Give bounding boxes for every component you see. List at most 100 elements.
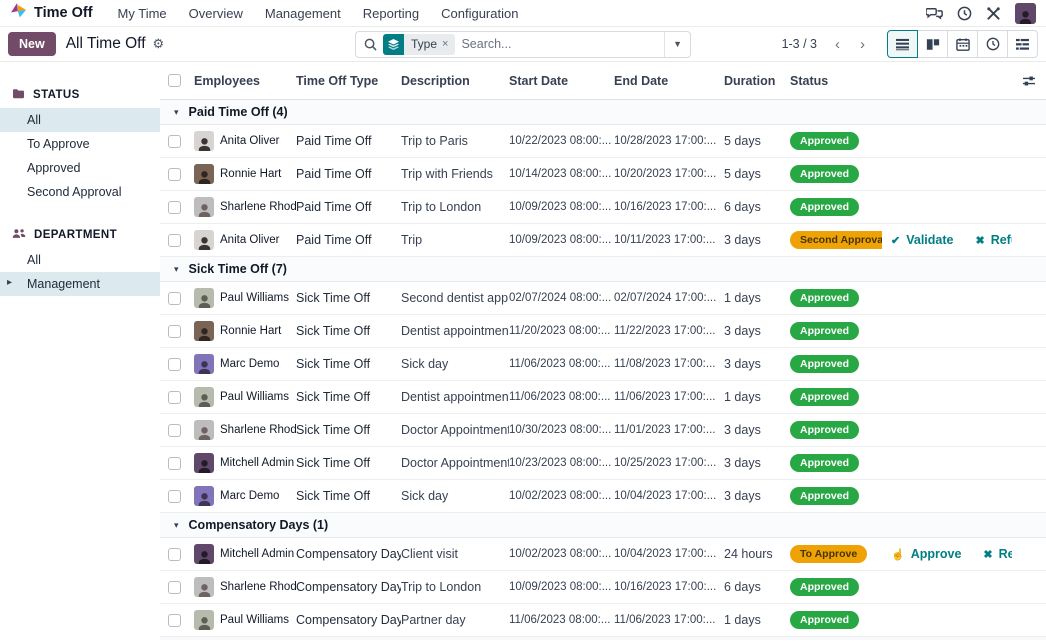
table-row[interactable]: Paul Williams Compensatory Days Partner … [160,604,1046,637]
description-cell: Sick day [401,489,509,503]
sidebar-item-department-management[interactable]: ▸ Management [0,272,160,296]
employee-cell: Sharlene Rhodes [194,577,296,597]
row-checkbox[interactable] [168,358,181,371]
column-employees[interactable]: Employees [194,74,296,88]
pager-previous-button[interactable]: ‹ [827,34,848,55]
row-checkbox[interactable] [168,581,181,594]
employee-name: Paul Williams [220,614,289,626]
row-checkbox[interactable] [168,325,181,338]
table-row[interactable]: Sharlene Rhodes Compensatory Days Trip t… [160,571,1046,604]
group-header-row[interactable]: ▾ Paid Time Off (4) [160,100,1046,125]
dashboard-clock-view-button[interactable] [977,30,1008,58]
menu-management[interactable]: Management [256,3,350,24]
row-checkbox[interactable] [168,424,181,437]
description-cell: Doctor Appointment [401,423,509,437]
calendar-view-button[interactable] [947,30,978,58]
row-action[interactable]: ✖ Refuse [983,547,1012,561]
list-view-button[interactable] [887,30,918,58]
table-row[interactable]: Anita Oliver Paid Time Off Trip 10/09/20… [160,224,1046,257]
employee-avatar [194,321,214,341]
status-cell: Second Approval [790,231,882,250]
duration-cell: 1 days [724,291,790,305]
employee-name: Sharlene Rhodes [220,201,296,213]
activities-clock-icon[interactable] [957,6,972,21]
row-checkbox[interactable] [168,292,181,305]
duration-cell: 1 days [724,613,790,627]
row-action[interactable]: ✖ Refuse [975,233,1012,247]
search-dropdown-caret-icon[interactable]: ▼ [664,32,690,57]
end-date-cell: 10/28/2023 17:00:... [614,135,724,147]
employee-name: Ronnie Hart [220,325,281,337]
employee-avatar [194,230,214,250]
row-checkbox[interactable] [168,391,181,404]
sidebar-item-department-all[interactable]: All [0,248,160,272]
table-row[interactable]: Mitchell Admin Sick Time Off Doctor Appo… [160,447,1046,480]
end-date-cell: 10/04/2023 17:00:... [614,548,724,560]
table-row[interactable]: Sharlene Rhodes Paid Time Off Trip to Lo… [160,191,1046,224]
gear-icon[interactable]: ⚙ [153,36,165,52]
group-collapse-caret-icon[interactable]: ▾ [174,264,179,275]
table-row[interactable]: Mitchell Admin Compensatory Days Client … [160,538,1046,571]
row-checkbox[interactable] [168,548,181,561]
table-row[interactable]: Ronnie Hart Paid Time Off Trip with Frie… [160,158,1046,191]
row-checkbox[interactable] [168,135,181,148]
user-avatar[interactable] [1015,3,1036,24]
search-facet-type[interactable]: Type × [383,34,455,55]
row-actions: ☝ Approve ✖ Refuse [882,547,1012,561]
menu-overview[interactable]: Overview [180,3,252,24]
column-type[interactable]: Time Off Type [296,74,401,88]
column-status[interactable]: Status [790,74,882,88]
select-all-checkbox[interactable] [168,74,181,87]
column-end-date[interactable]: End Date [614,74,724,88]
sidebar-item-status-all[interactable]: All [0,108,160,132]
tools-icon[interactable] [986,6,1001,21]
start-date-cell: 10/09/2023 08:00:... [509,201,614,213]
table-row[interactable]: Ronnie Hart Sick Time Off Dentist appoin… [160,315,1046,348]
time-off-type-cell: Sick Time Off [296,489,401,503]
table-row[interactable]: Paul Williams Sick Time Off Dentist appo… [160,381,1046,414]
menu-configuration[interactable]: Configuration [432,3,527,24]
table-row[interactable]: Marc Demo Sick Time Off Sick day 11/06/2… [160,348,1046,381]
pager-next-button[interactable]: › [852,34,873,55]
row-action[interactable]: ✔ Validate [891,233,953,247]
row-checkbox[interactable] [168,490,181,503]
messages-icon[interactable] [926,6,943,20]
row-checkbox[interactable] [168,614,181,627]
row-action[interactable]: ☝ Approve [891,547,961,561]
group-collapse-caret-icon[interactable]: ▾ [174,520,179,531]
row-checkbox[interactable] [168,201,181,214]
row-checkbox[interactable] [168,457,181,470]
employee-cell: Marc Demo [194,486,296,506]
table-row[interactable]: Sharlene Rhodes Sick Time Off Doctor App… [160,414,1046,447]
sidebar-item-status-to-approve[interactable]: To Approve [0,132,160,156]
new-button[interactable]: New [8,32,56,56]
column-start-date[interactable]: Start Date [509,74,614,88]
status-cell: Approved [790,132,882,151]
action-label: Refuse [991,233,1012,247]
column-duration[interactable]: Duration [724,74,790,88]
menu-my-time[interactable]: My Time [109,3,176,24]
app-brand[interactable]: Time Off [10,3,93,23]
row-checkbox[interactable] [168,168,181,181]
sidebar-item-status-second-approval[interactable]: Second Approval [0,180,160,204]
gantt-view-button[interactable] [1007,30,1038,58]
row-checkbox[interactable] [168,234,181,247]
table-row[interactable]: Paul Williams Sick Time Off Second denti… [160,282,1046,315]
adjust-columns-icon[interactable] [1012,75,1046,87]
column-description[interactable]: Description [401,74,509,88]
facet-remove-icon[interactable]: × [442,38,448,50]
table-row[interactable]: Anita Oliver Paid Time Off Trip to Paris… [160,125,1046,158]
group-collapse-caret-icon[interactable]: ▾ [174,107,179,118]
employee-avatar [194,610,214,630]
sidebar-item-status-approved[interactable]: Approved [0,156,160,180]
facet-label: Type [411,37,437,51]
search-input[interactable] [461,37,664,51]
table-row[interactable]: Marc Demo Sick Time Off Sick day 10/02/2… [160,480,1046,513]
group-header-row[interactable]: ▾ Sick Time Off (7) [160,257,1046,282]
group-header-row[interactable]: ▾ Compensatory Days (1) [160,513,1046,538]
kanban-view-button[interactable] [917,30,948,58]
expand-caret-icon[interactable]: ▸ [7,277,12,288]
menu-reporting[interactable]: Reporting [354,3,428,24]
employee-name: Paul Williams [220,391,289,403]
search-bar[interactable]: Type × ▼ [355,31,691,58]
